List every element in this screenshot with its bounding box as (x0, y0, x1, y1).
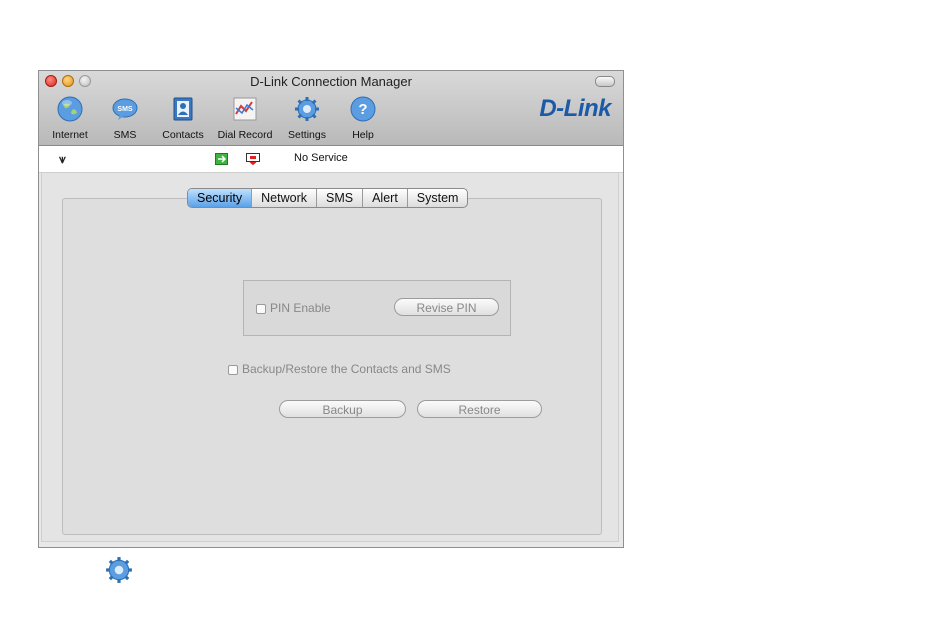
toolbar-settings-label: Settings (288, 129, 326, 141)
toolbar-help-label: Help (352, 129, 374, 141)
backup-restore-label: Backup/Restore the Contacts and SMS (242, 362, 451, 376)
tab-security[interactable]: Security (188, 189, 253, 207)
sms-icon: SMS (111, 95, 139, 123)
tab-system[interactable]: System (408, 189, 468, 207)
window-title: D-Link Connection Manager (250, 74, 412, 89)
globe-icon (56, 95, 84, 123)
contacts-book-icon (169, 95, 197, 123)
toolbar-dial-record-button[interactable]: Dial Record (211, 95, 279, 141)
revise-pin-button[interactable]: Revise PIN (394, 298, 499, 316)
dial-record-icon (231, 95, 259, 123)
restore-button[interactable]: Restore (417, 400, 542, 418)
toolbar-internet-label: Internet (52, 129, 88, 141)
dlink-logo: D-Link (539, 95, 611, 122)
pin-enable-row: PIN Enable (256, 301, 331, 315)
gear-icon (293, 95, 321, 123)
toolbar-internet-button[interactable]: Internet (45, 95, 95, 141)
toolbar-contacts-label: Contacts (162, 129, 204, 141)
backup-restore-row: Backup/Restore the Contacts and SMS (228, 362, 451, 376)
pin-enable-label: PIN Enable (270, 301, 331, 315)
network-status-text: No Service (294, 152, 348, 164)
tab-network[interactable]: Network (252, 189, 317, 207)
main-toolbar: Internet SMS SMS Contacts Dial Record Se… (45, 95, 391, 141)
toolbar-contacts-button[interactable]: Contacts (155, 95, 211, 141)
svg-text:?: ? (358, 101, 367, 118)
settings-content: PIN Enable Revise PIN Backup/Restore the… (41, 172, 619, 542)
sms-status-icon (246, 152, 260, 170)
backup-restore-checkbox[interactable] (228, 364, 238, 375)
help-icon: ? (349, 95, 377, 123)
toolbar-dial-record-label: Dial Record (217, 129, 273, 141)
gear-icon (105, 556, 133, 589)
backup-button[interactable]: Backup (279, 400, 406, 418)
toolbar-toggle-button[interactable] (595, 76, 615, 87)
settings-tabs: Security Network SMS Alert System (187, 188, 469, 208)
connection-status-icon (215, 152, 228, 170)
pin-group: PIN Enable Revise PIN (243, 280, 511, 336)
title-bar: D-Link Connection Manager Internet SMS S… (39, 71, 623, 146)
tab-sms[interactable]: SMS (317, 189, 364, 207)
signal-antenna-icon: ⩛ (59, 152, 66, 166)
status-bar: ⩛ No Service (39, 146, 623, 173)
settings-panel: PIN Enable Revise PIN Backup/Restore the… (62, 198, 602, 535)
tab-alert[interactable]: Alert (363, 189, 408, 207)
toolbar-settings-button[interactable]: Settings (279, 95, 335, 141)
pin-enable-checkbox[interactable] (256, 303, 266, 314)
toolbar-sms-button[interactable]: SMS SMS (95, 95, 155, 141)
toolbar-help-button[interactable]: ? Help (335, 95, 391, 141)
toolbar-sms-label: SMS (113, 129, 137, 141)
svg-text:SMS: SMS (117, 106, 133, 113)
app-window: D-Link Connection Manager Internet SMS S… (38, 70, 624, 548)
